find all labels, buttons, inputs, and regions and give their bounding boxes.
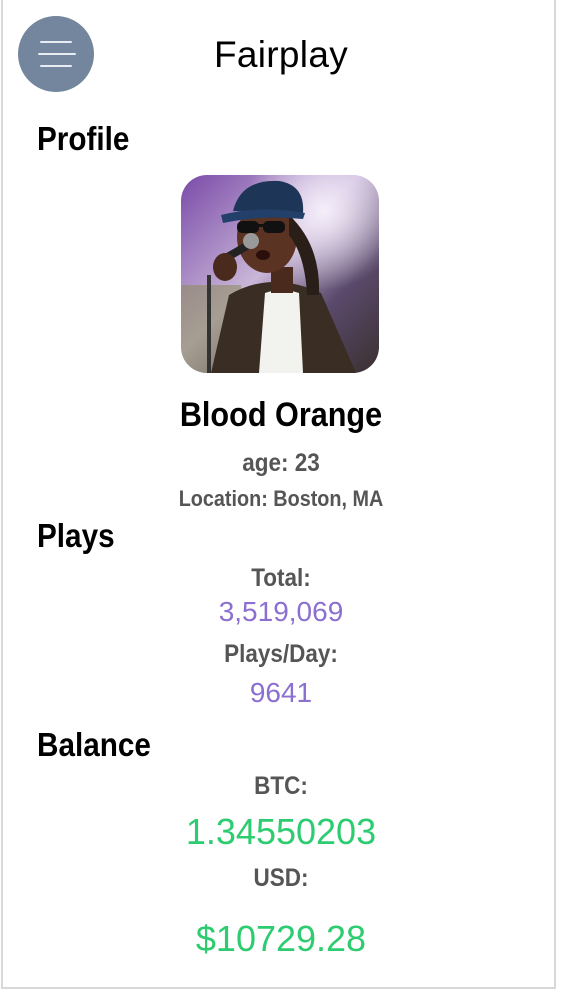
usd-value: $10729.28	[195, 918, 367, 959]
app-title: Fairplay	[214, 34, 348, 75]
total-plays-label: Total:	[251, 564, 311, 592]
total-plays-value: 3,519,069	[218, 596, 344, 627]
artist-avatar	[181, 175, 379, 373]
balance-section-title: Balance	[37, 726, 151, 763]
profile-section-title: Profile	[37, 120, 130, 157]
btc-label: BTC:	[254, 772, 308, 800]
plays-per-day-value: 9641	[249, 677, 313, 708]
artist-name: Blood Orange	[179, 396, 383, 434]
plays-per-day-label: Plays/Day:	[224, 640, 338, 668]
artist-location: Location: Boston, MA	[178, 486, 384, 511]
btc-value: 1.34550203	[185, 811, 377, 852]
plays-section-title: Plays	[37, 517, 115, 554]
artist-age: age: 23	[242, 449, 320, 477]
usd-label: USD:	[253, 864, 309, 892]
